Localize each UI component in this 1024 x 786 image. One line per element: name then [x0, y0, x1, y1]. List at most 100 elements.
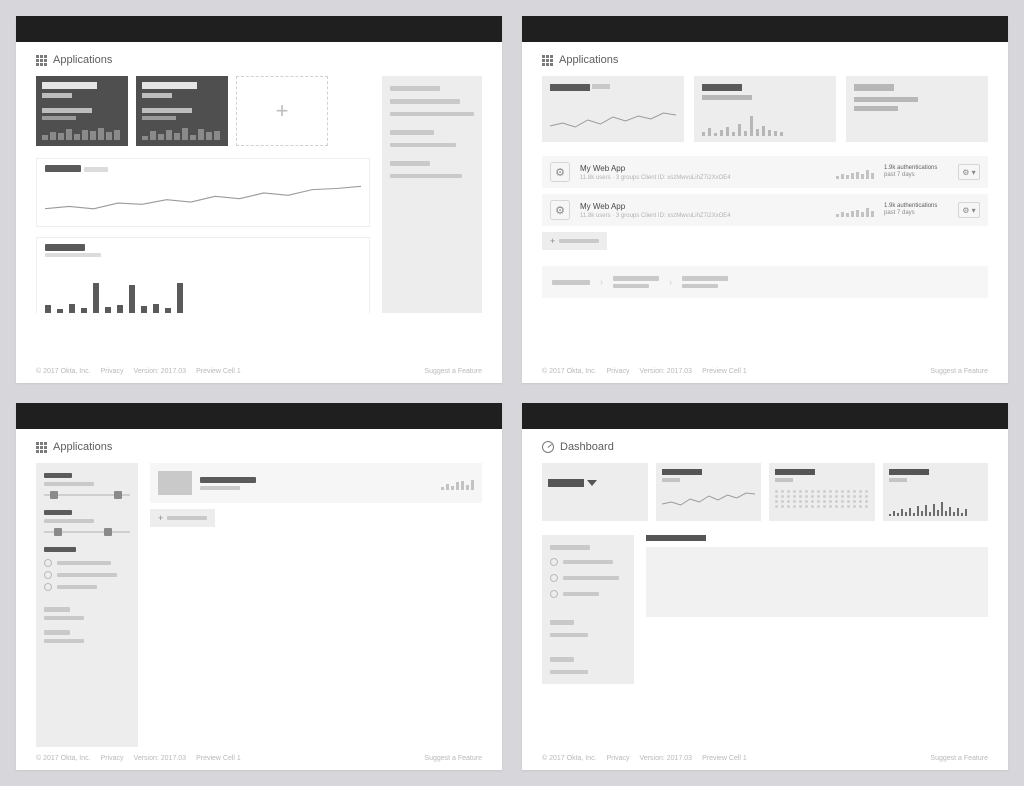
page-title: Applications	[53, 54, 112, 66]
apps-grid-icon	[36, 442, 47, 453]
apps-grid-icon	[36, 55, 47, 66]
footer-copyright: © 2017 Okta, Inc.	[36, 368, 91, 375]
kpi-tile[interactable]	[542, 463, 648, 521]
tiny-bar-chart	[889, 490, 983, 516]
filter-sidebar	[542, 535, 634, 684]
page-title: Applications	[559, 54, 618, 66]
kpi-tile[interactable]	[769, 463, 875, 521]
content-area	[646, 535, 988, 617]
footer-preview: Preview Cell 1	[702, 368, 747, 375]
dot-grid-chart	[775, 490, 869, 508]
footer-privacy[interactable]: Privacy	[607, 755, 630, 762]
stat-tile[interactable]	[846, 76, 988, 142]
plus-icon: +	[276, 98, 289, 124]
footer-preview: Preview Cell 1	[196, 368, 241, 375]
footer-suggest[interactable]: Suggest a Feature	[930, 755, 988, 762]
side-panel	[382, 76, 482, 313]
tile-bar-chart	[142, 122, 222, 140]
kpi-tile[interactable]	[656, 463, 762, 521]
add-button[interactable]: +	[542, 232, 607, 250]
topbar	[522, 16, 1008, 42]
footer-version: Version: 2017.03	[640, 368, 693, 375]
page-header: Applications	[36, 54, 482, 66]
footer: © 2017 Okta, Inc. Privacy Version: 2017.…	[36, 360, 482, 375]
page-header: Applications	[542, 54, 988, 66]
app-title: My Web App	[580, 202, 826, 211]
thumbnail	[158, 471, 192, 495]
radio-option[interactable]	[550, 574, 626, 582]
add-button[interactable]: +	[150, 509, 215, 527]
item-menu-button[interactable]: ⚙ ▾	[958, 164, 980, 180]
mockup-top-left: Applications	[16, 16, 502, 383]
bar-chart-card	[36, 237, 370, 313]
radio-option[interactable]	[44, 583, 130, 591]
filter-sidebar	[36, 463, 138, 747]
page-title: Applications	[53, 441, 112, 453]
content-placeholder	[646, 547, 988, 617]
plus-icon: +	[158, 513, 163, 523]
topbar	[16, 403, 502, 429]
footer-privacy[interactable]: Privacy	[101, 755, 124, 762]
apps-grid-icon	[542, 55, 553, 66]
footer: © 2017 Okta, Inc. Privacy Version: 2017.…	[542, 360, 988, 375]
chevron-right-icon: ›	[669, 277, 672, 287]
footer-suggest[interactable]: Suggest a Feature	[424, 755, 482, 762]
footer-version: Version: 2017.03	[134, 755, 187, 762]
item-bar-chart	[836, 165, 874, 179]
app-list-item[interactable]: ⚙ My Web App 11.8k users · 3 groups Clie…	[542, 156, 988, 188]
mockup-bottom-left: Applications	[16, 403, 502, 770]
item-menu-button[interactable]: ⚙ ▾	[958, 202, 980, 218]
plus-icon: +	[550, 236, 555, 246]
radio-option[interactable]	[44, 571, 130, 579]
footer-suggest[interactable]: Suggest a Feature	[930, 368, 988, 375]
footer-copyright: © 2017 Okta, Inc.	[542, 368, 597, 375]
stat-tile[interactable]	[542, 76, 684, 142]
footer-privacy[interactable]: Privacy	[607, 368, 630, 375]
footer-copyright: © 2017 Okta, Inc.	[36, 755, 91, 762]
dashboard-icon	[542, 441, 554, 453]
add-app-tile[interactable]: +	[236, 76, 328, 146]
gear-icon: ⚙	[550, 162, 570, 182]
mini-bar-chart	[702, 108, 828, 136]
radio-option[interactable]	[550, 590, 626, 598]
line-chart-card	[36, 158, 370, 227]
kpi-tile[interactable]	[883, 463, 989, 521]
item-stat: 1.9k authentications past 7 days	[884, 203, 948, 217]
bar-chart	[45, 263, 361, 313]
slider[interactable]	[44, 494, 130, 496]
page-title: Dashboard	[560, 441, 614, 453]
item-bar-chart	[836, 203, 874, 217]
page-header: Applications	[36, 441, 482, 453]
radio-option[interactable]	[44, 559, 130, 567]
app-list-item[interactable]: ⚙ My Web App 11.8k users · 3 groups Clie…	[542, 194, 988, 226]
row-bar-chart	[441, 476, 474, 490]
breadcrumb-steps: › ›	[542, 266, 988, 298]
sparkline-chart	[662, 488, 756, 510]
tile-bar-chart	[42, 122, 122, 140]
app-subtitle: 11.8k users · 3 groups Client ID: xszMwv…	[580, 213, 826, 219]
radio-option[interactable]	[550, 558, 626, 566]
topbar	[522, 403, 1008, 429]
topbar	[16, 16, 502, 42]
list-row[interactable]	[150, 463, 482, 503]
sparkline-chart	[550, 108, 676, 132]
footer-version: Version: 2017.03	[134, 368, 187, 375]
footer-preview: Preview Cell 1	[196, 755, 241, 762]
app-subtitle: 11.8k users · 3 groups Client ID: xszMwv…	[580, 175, 826, 181]
mockup-top-right: Applications	[522, 16, 1008, 383]
footer-copyright: © 2017 Okta, Inc.	[542, 755, 597, 762]
footer-suggest[interactable]: Suggest a Feature	[424, 368, 482, 375]
line-chart	[45, 175, 361, 220]
app-tile[interactable]	[36, 76, 128, 146]
app-title: My Web App	[580, 164, 826, 173]
stat-tile[interactable]	[694, 76, 836, 142]
footer: © 2017 Okta, Inc. Privacy Version: 2017.…	[36, 747, 482, 762]
mockup-bottom-right: Dashboard	[522, 403, 1008, 770]
footer: © 2017 Okta, Inc. Privacy Version: 2017.…	[542, 747, 988, 762]
page-header: Dashboard	[542, 441, 988, 453]
footer-version: Version: 2017.03	[640, 755, 693, 762]
item-stat: 1.9k authentications past 7 days	[884, 165, 948, 179]
app-tile[interactable]	[136, 76, 228, 146]
slider[interactable]	[44, 531, 130, 533]
footer-privacy[interactable]: Privacy	[101, 368, 124, 375]
